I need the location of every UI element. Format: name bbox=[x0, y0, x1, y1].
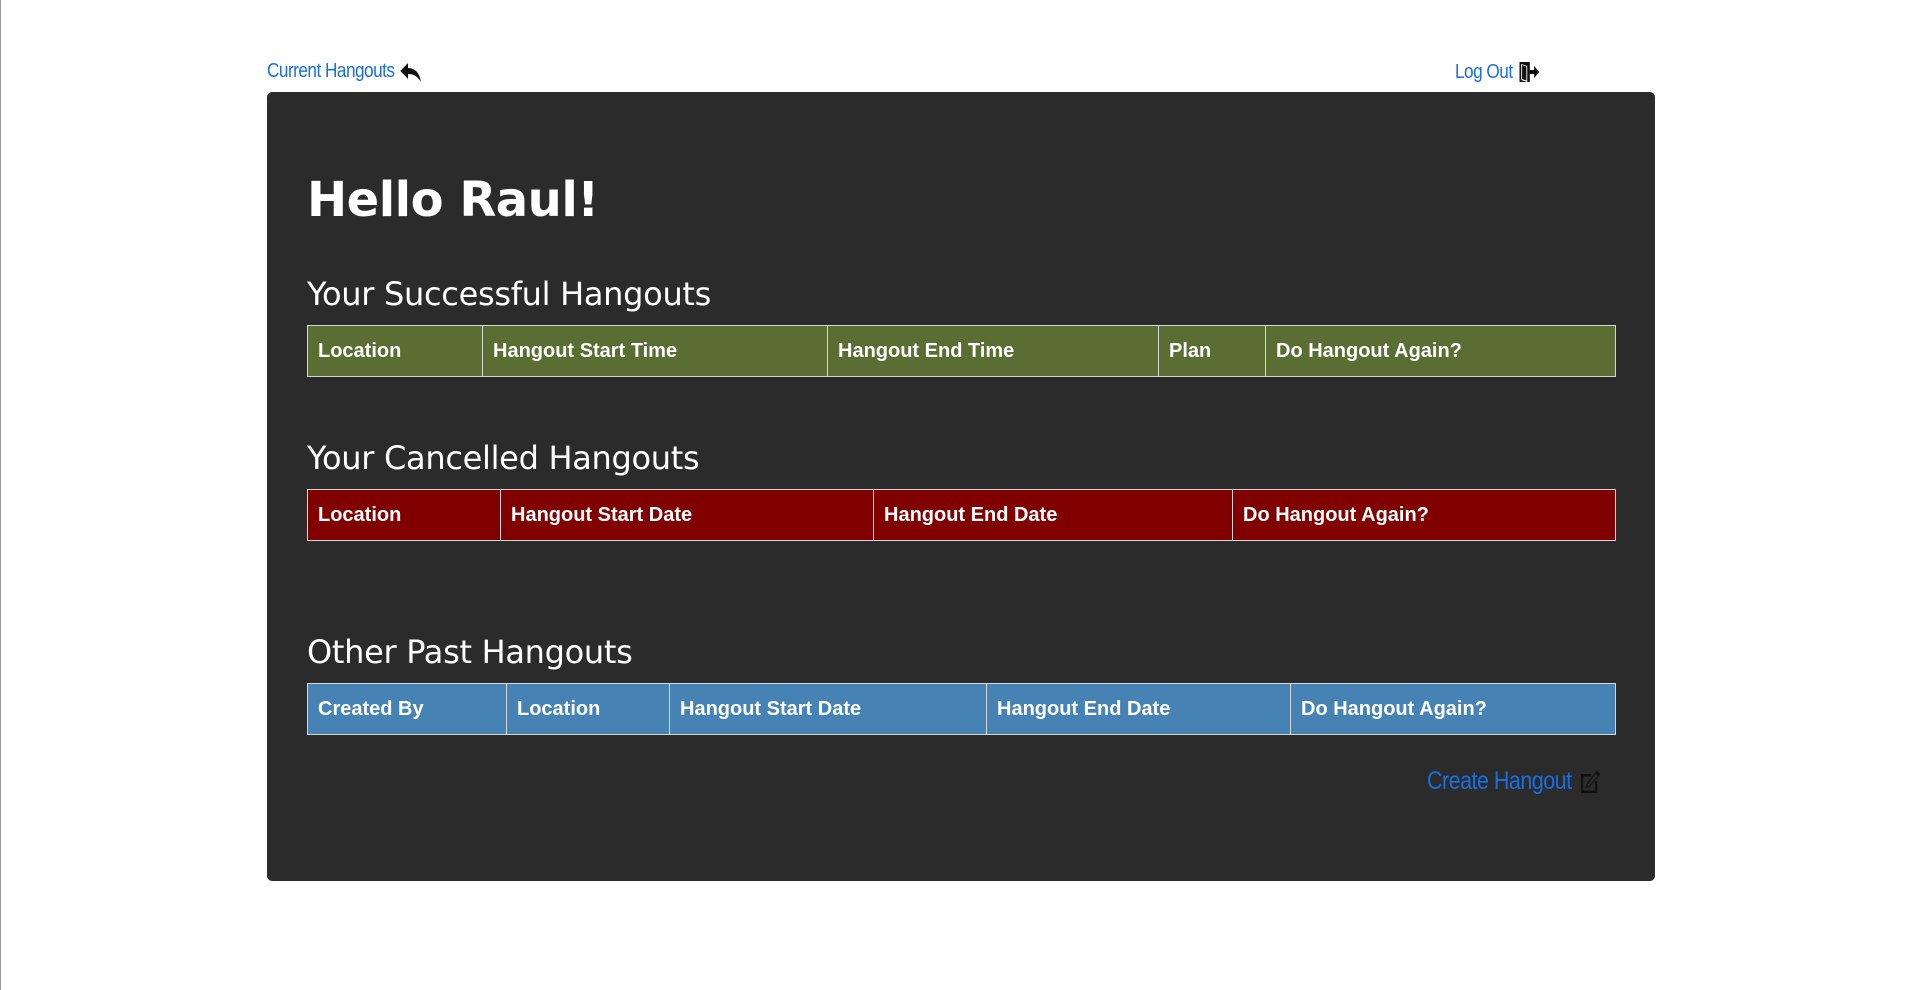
cancelled-hangouts-title: Your Cancelled Hangouts bbox=[307, 439, 700, 477]
log-out-link[interactable]: Log Out bbox=[1455, 60, 1540, 84]
reply-arrow-icon bbox=[400, 62, 422, 82]
door-exit-icon bbox=[1519, 62, 1540, 82]
greeting-heading: Hello Raul! bbox=[307, 172, 599, 228]
column-header-location: Location bbox=[307, 489, 501, 541]
column-header-do-again: Do Hangout Again? bbox=[1265, 325, 1616, 377]
create-hangout-label: Create Hangout bbox=[1427, 767, 1572, 795]
column-header-start-date: Hangout Start Date bbox=[500, 489, 874, 541]
column-header-created-by: Created By bbox=[307, 683, 507, 735]
column-header-end-time: Hangout End Time bbox=[827, 325, 1159, 377]
successful-hangouts-title: Your Successful Hangouts bbox=[307, 275, 712, 313]
other-past-hangouts-title: Other Past Hangouts bbox=[307, 633, 633, 671]
column-header-end-date: Hangout End Date bbox=[986, 683, 1291, 735]
column-header-end-date: Hangout End Date bbox=[873, 489, 1233, 541]
edit-square-icon bbox=[1581, 770, 1601, 793]
column-header-do-again: Do Hangout Again? bbox=[1290, 683, 1616, 735]
column-header-start-date: Hangout Start Date bbox=[669, 683, 987, 735]
table-header-row: Location Hangout Start Date Hangout End … bbox=[307, 489, 1616, 541]
current-hangouts-label: Current Hangouts bbox=[267, 60, 395, 82]
current-hangouts-link[interactable]: Current Hangouts bbox=[267, 60, 422, 83]
table-header-row: Created By Location Hangout Start Date H… bbox=[307, 683, 1616, 735]
column-header-location: Location bbox=[506, 683, 670, 735]
successful-hangouts-table: Location Hangout Start Time Hangout End … bbox=[307, 325, 1616, 377]
column-header-do-again: Do Hangout Again? bbox=[1232, 489, 1616, 541]
window-edge bbox=[0, 0, 1, 990]
column-header-plan: Plan bbox=[1158, 325, 1266, 377]
top-navigation: Current Hangouts Log Out bbox=[267, 60, 1547, 90]
column-header-start-time: Hangout Start Time bbox=[482, 325, 828, 377]
cancelled-hangouts-table: Location Hangout Start Date Hangout End … bbox=[307, 489, 1616, 541]
log-out-label: Log Out bbox=[1455, 60, 1513, 83]
column-header-location: Location bbox=[307, 325, 483, 377]
other-past-hangouts-table: Created By Location Hangout Start Date H… bbox=[307, 683, 1616, 735]
table-header-row: Location Hangout Start Time Hangout End … bbox=[307, 325, 1616, 377]
create-hangout-link[interactable]: Create Hangout bbox=[1427, 767, 1603, 796]
hangouts-card: Hello Raul! Your Successful Hangouts Loc… bbox=[267, 92, 1655, 881]
